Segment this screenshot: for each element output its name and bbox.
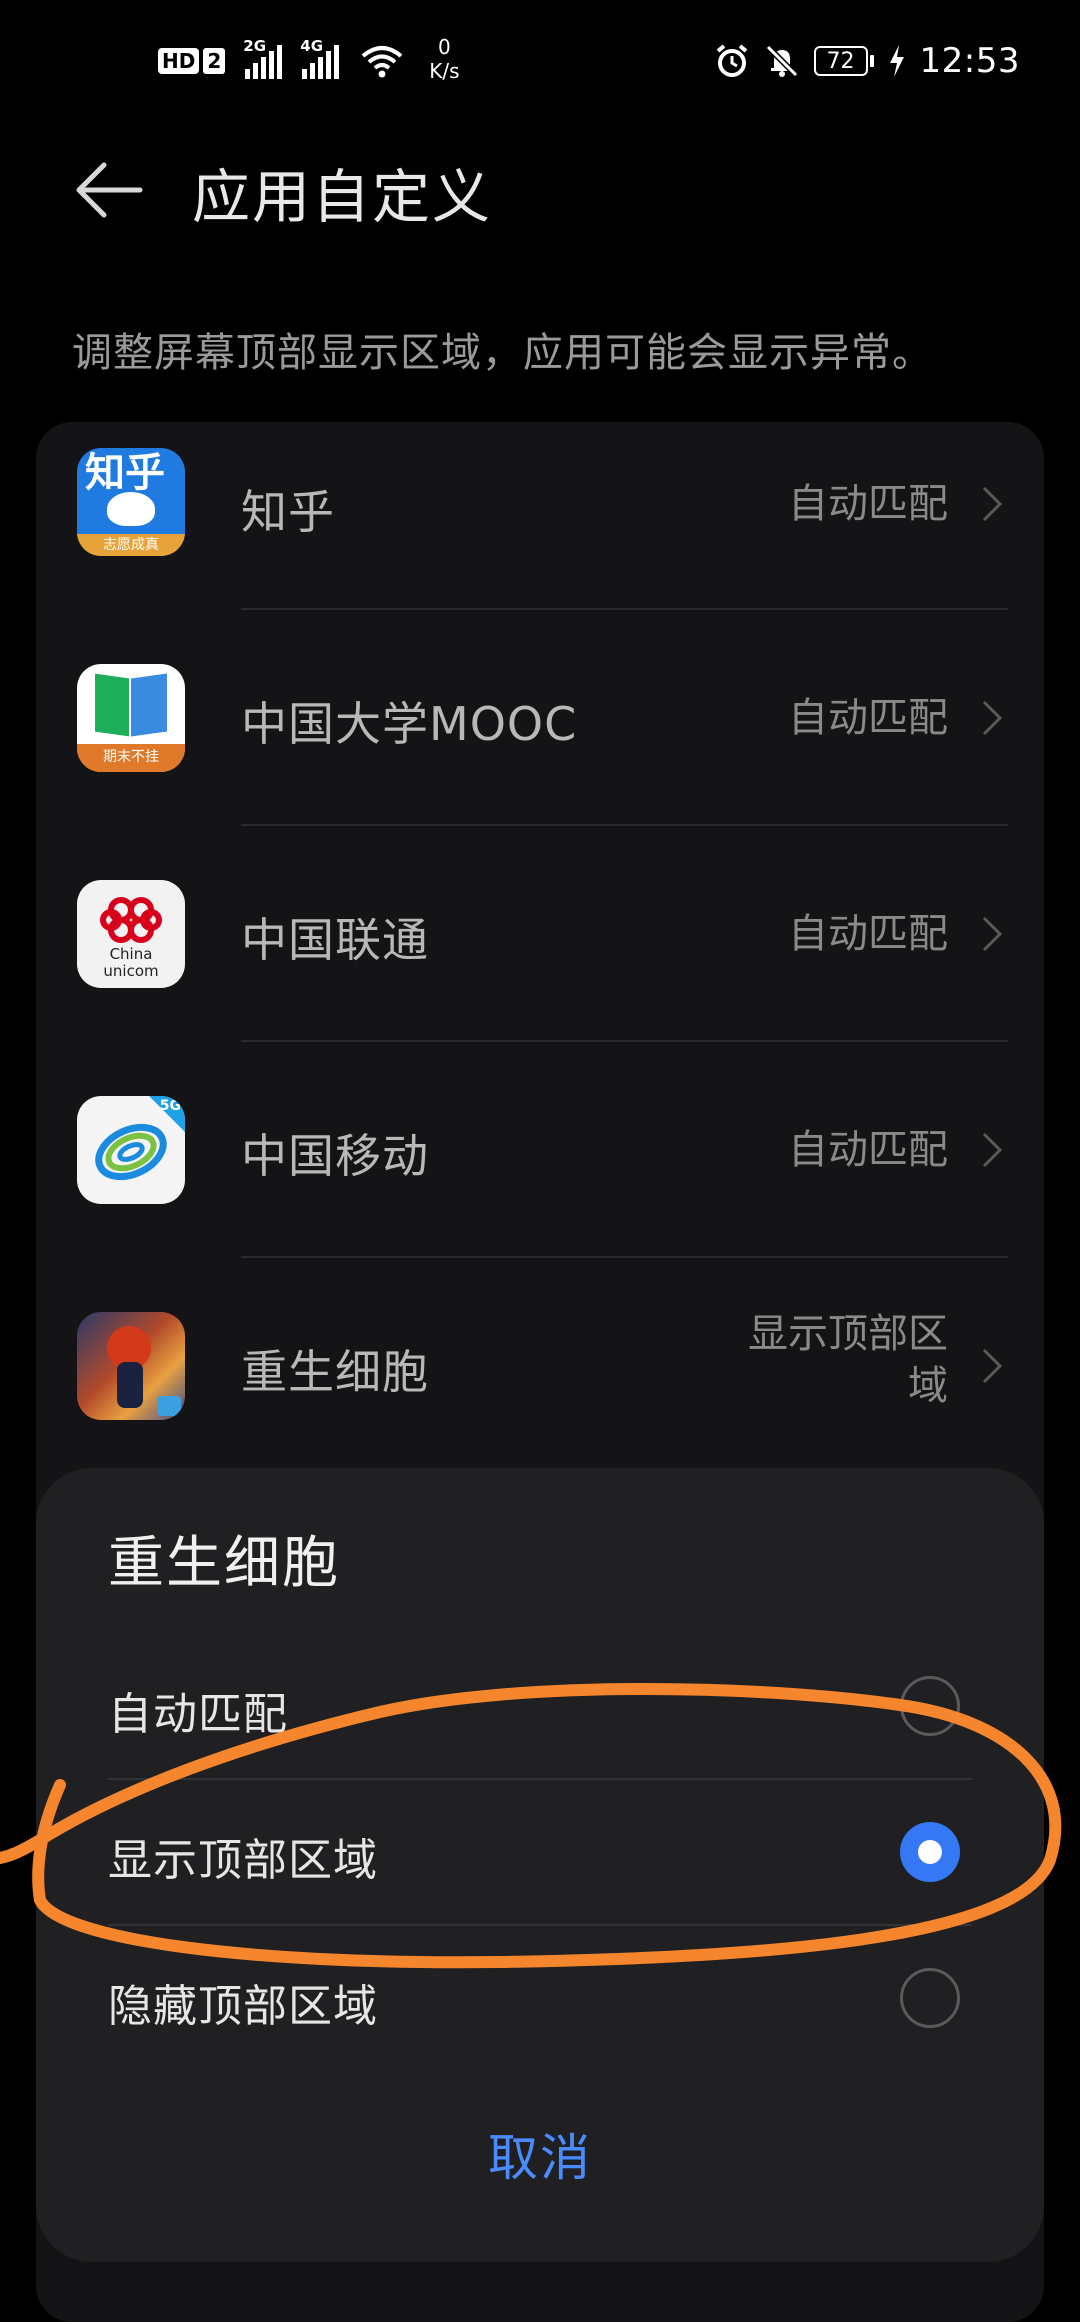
clock: 12:53 <box>919 41 1020 81</box>
option-auto-fit[interactable]: 自动匹配 <box>36 1634 1044 1778</box>
app-name: 中国大学MOOC <box>241 697 578 751</box>
battery-level: 72 <box>813 46 868 76</box>
page-description: 调整屏幕顶部显示区域，应用可能会显示异常。 <box>72 330 933 376</box>
charging-icon <box>889 45 904 77</box>
app-setting: 自动匹配 <box>788 481 948 527</box>
mooc-icon-subtext: 期末不挂 <box>103 749 159 765</box>
network-speed-value: 0 <box>438 35 451 59</box>
app-setting: 自动匹配 <box>788 695 948 741</box>
status-bar-left: HD 2 2G 4G 0 K/s <box>158 35 460 86</box>
app-setting-line2: 域 <box>908 1363 948 1409</box>
list-item-china-unicom[interactable]: China unicom 中国联通 自动匹配 <box>36 826 1044 1042</box>
app-name: 中国移动 <box>241 1129 429 1183</box>
app-setting: 显示顶部区 域 <box>748 1308 948 1412</box>
dialog-title: 重生细胞 <box>108 1531 340 1596</box>
radio-button-selected[interactable] <box>900 1822 960 1882</box>
option-show-top-area[interactable]: 显示顶部区域 <box>36 1780 1044 1924</box>
sim1-network-label: 2G <box>243 37 267 55</box>
hd-voice-indicator: HD 2 <box>158 48 226 74</box>
china-unicom-app-icon: China unicom <box>77 880 185 988</box>
list-item-china-mobile[interactable]: 5G 中国移动 自动匹配 <box>36 1042 1044 1258</box>
chevron-right-icon <box>982 916 1003 952</box>
app-name: 中国联通 <box>241 913 429 967</box>
zhihu-app-icon: 知乎 志愿成真 <box>77 448 185 556</box>
status-bar: HD 2 2G 4G 0 K/s 72 12:53 <box>0 0 1080 120</box>
page-title: 应用自定义 <box>192 163 493 231</box>
app-name: 重生细胞 <box>241 1345 429 1399</box>
list-item-mooc[interactable]: 期末不挂 中国大学MOOC 自动匹配 <box>36 610 1044 826</box>
network-speed-unit: K/s <box>429 59 460 83</box>
hd-sim-number: 2 <box>203 48 226 74</box>
hd-label: HD <box>158 48 200 74</box>
status-bar-right: 72 12:53 <box>714 36 1020 86</box>
app-setting: 自动匹配 <box>788 1127 948 1173</box>
option-label: 自动匹配 <box>108 1689 288 1740</box>
list-item-dead-cells[interactable]: 重生细胞 显示顶部区 域 <box>36 1258 1044 1474</box>
mooc-app-icon: 期末不挂 <box>77 664 185 772</box>
alarm-icon <box>716 44 747 77</box>
radio-button[interactable] <box>900 1968 960 2028</box>
mobile-5g-badge: 5G <box>159 1098 181 1114</box>
chevron-right-icon <box>982 700 1003 736</box>
chevron-right-icon <box>982 1348 1003 1384</box>
sim2-network-label: 4G <box>300 37 324 55</box>
dead-cells-app-icon <box>77 1312 185 1420</box>
app-bar: 应用自定义 <box>0 130 1080 250</box>
wifi-icon <box>361 46 403 78</box>
radio-button[interactable] <box>900 1676 960 1736</box>
zhihu-icon-subtext: 志愿成真 <box>103 537 159 553</box>
list-item-zhihu[interactable]: 知乎 志愿成真 知乎 自动匹配 <box>36 422 1044 610</box>
cancel-button[interactable]: 取消 <box>36 2118 1044 2190</box>
option-hide-top-area[interactable]: 隐藏顶部区域 <box>36 1926 1044 2070</box>
china-mobile-app-icon: 5G <box>77 1096 185 1204</box>
option-label: 显示顶部区域 <box>108 1835 378 1886</box>
app-name: 知乎 <box>241 485 335 539</box>
battery-icon: 72 <box>813 46 874 76</box>
app-setting: 自动匹配 <box>788 911 948 957</box>
chevron-right-icon <box>982 1132 1003 1168</box>
option-dialog: 重生细胞 自动匹配 显示顶部区域 隐藏顶部区域 取消 <box>36 1468 1044 2262</box>
chevron-right-icon <box>982 486 1003 522</box>
unicom-icon-text: China unicom <box>103 945 159 980</box>
zhihu-icon-text: 知乎 <box>85 450 165 496</box>
app-setting-line1: 显示顶部区 <box>748 1311 948 1357</box>
signal-sim2-icon: 4G <box>300 37 340 79</box>
network-speed: 0 K/s <box>429 35 459 83</box>
bell-off-icon <box>765 44 798 78</box>
arrow-left-icon[interactable] <box>70 152 146 228</box>
signal-sim1-icon: 2G <box>243 37 283 79</box>
option-label: 隐藏顶部区域 <box>108 1981 378 2032</box>
